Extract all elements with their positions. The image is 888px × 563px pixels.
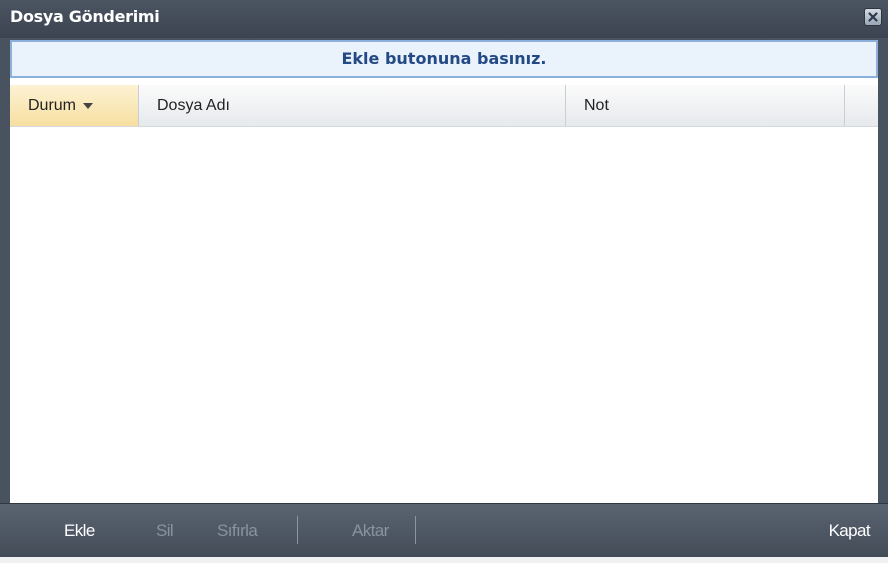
- toolbar-separator: [415, 516, 416, 544]
- close-dialog-button[interactable]: Kapat: [829, 521, 871, 541]
- transfer-button[interactable]: Aktar: [352, 521, 389, 541]
- column-header-not[interactable]: Not: [566, 85, 845, 126]
- column-header-label: Not: [584, 96, 609, 114]
- dialog-content: Ekle butonuna basınız. Durum Dosya Adı N…: [10, 40, 878, 503]
- instruction-banner: Ekle butonuna basınız.: [10, 40, 878, 78]
- dialog-toolbar: Ekle Sil Sıfırla Aktar Kapat: [0, 503, 888, 557]
- dialog-titlebar[interactable]: Dosya Gönderimi: [0, 0, 888, 38]
- file-grid-body[interactable]: [10, 127, 878, 503]
- column-header-label: Dosya Adı: [157, 96, 230, 114]
- add-button[interactable]: Ekle: [64, 521, 95, 541]
- close-button[interactable]: [864, 8, 882, 26]
- close-icon: [868, 12, 878, 22]
- column-header-dosya-adi[interactable]: Dosya Adı: [139, 85, 566, 126]
- grid-header: Durum Dosya Adı Not: [10, 85, 878, 127]
- file-upload-dialog: Dosya Gönderimi Ekle butonuna basınız. D…: [0, 0, 888, 557]
- delete-button[interactable]: Sil: [156, 521, 174, 541]
- column-header-durum[interactable]: Durum: [10, 85, 139, 126]
- toolbar-separator: [297, 516, 298, 544]
- column-header-label: Durum: [28, 96, 77, 114]
- reset-button[interactable]: Sıfırla: [217, 521, 258, 541]
- column-header-empty: [845, 85, 878, 126]
- sort-down-icon[interactable]: [83, 102, 94, 109]
- background-strip: [0, 557, 888, 563]
- dialog-title: Dosya Gönderimi: [10, 7, 160, 26]
